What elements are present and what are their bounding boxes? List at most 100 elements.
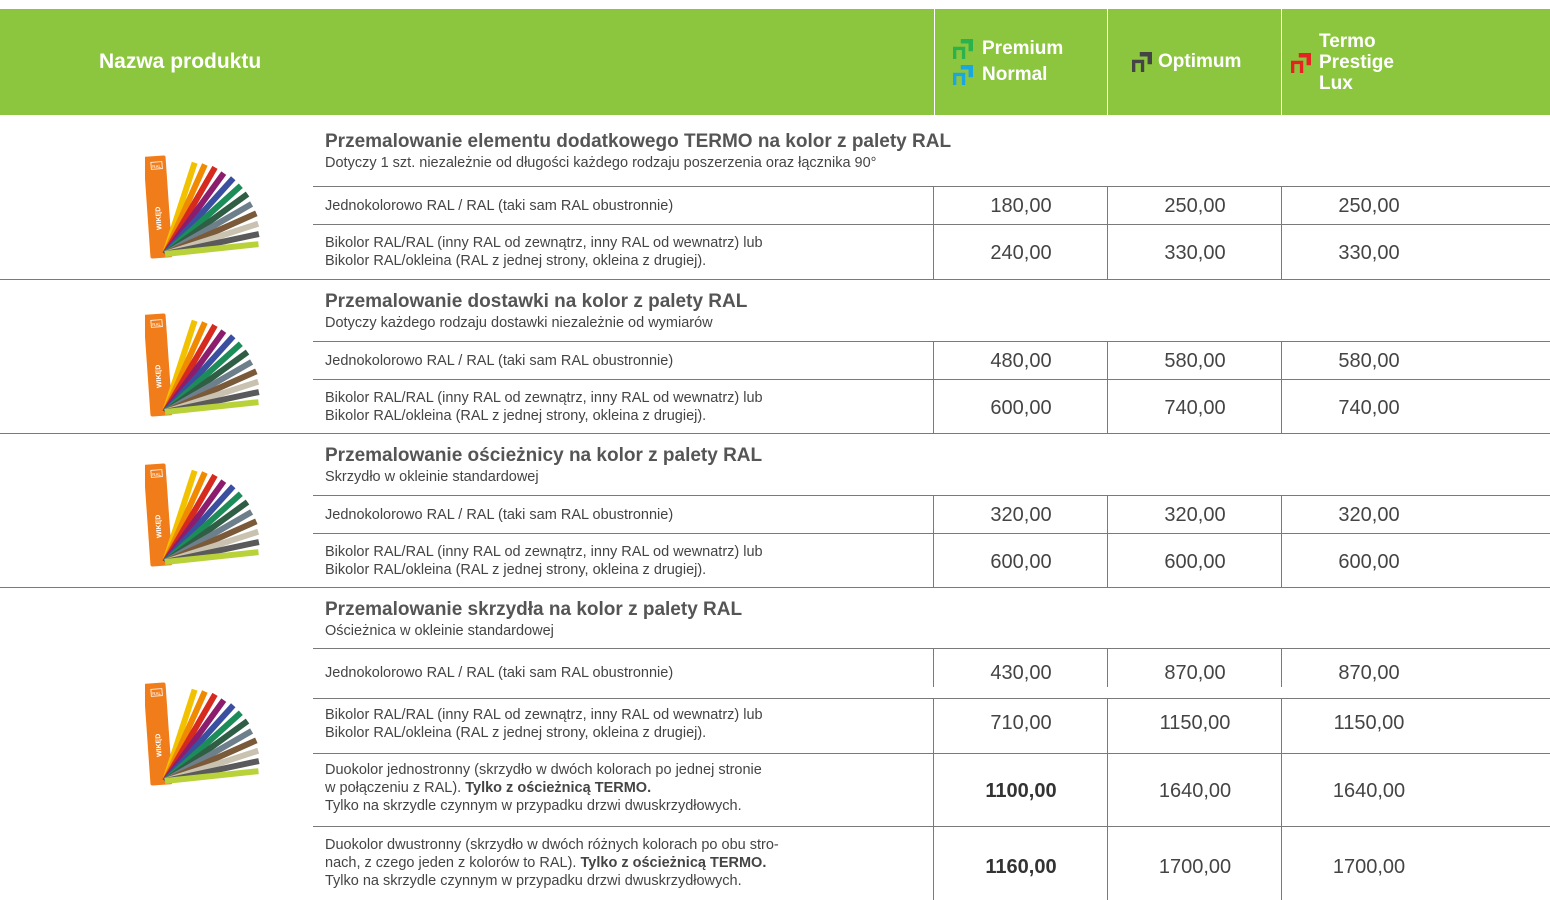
header-divider: [1107, 9, 1108, 115]
normal-label: Normal: [982, 64, 1048, 85]
ral-fan-image: [145, 310, 275, 418]
section-title: Przemalowanie ościeżnicy na kolor z pale…: [325, 445, 763, 466]
row-description: Bikolor RAL/RAL (inny RAL od zewnątrz, i…: [325, 543, 763, 579]
price-termo: 1640,00: [1332, 780, 1406, 802]
price-optimum: 250,00: [1164, 195, 1226, 217]
price-optimum: 1640,00: [1158, 780, 1232, 802]
ral-fan-image: [145, 152, 275, 260]
prestige-label: Prestige: [1319, 51, 1394, 73]
row-description: Jednokolorowo RAL / RAL (taki sam RAL ob…: [325, 665, 674, 681]
row-description: Bikolor RAL/RAL (inny RAL od zewnątrz, i…: [325, 234, 763, 270]
price-optimum: 1150,00: [1159, 712, 1231, 734]
price-premium: 480,00: [990, 350, 1052, 372]
row-description-line: Bikolor RAL/RAL (inny RAL od zewnątrz, i…: [325, 544, 763, 560]
premium-logo-icon: [953, 39, 973, 59]
price-termo: 740,00: [1338, 397, 1400, 419]
lux-label: Lux: [1319, 72, 1353, 94]
section-title: Przemalowanie skrzydła na kolor z palety…: [325, 599, 743, 620]
price-termo: 580,00: [1338, 350, 1400, 372]
row-description-line: Bikolor RAL/okleina (RAL z jednej strony…: [325, 562, 707, 578]
section-subtitle: Dotyczy 1 szt. niezależnie od długości k…: [325, 155, 877, 171]
section-subtitle: Dotyczy każdego rodzaju dostawki niezale…: [325, 315, 713, 331]
price-optimum: 320,00: [1164, 504, 1226, 526]
header-divider: [934, 9, 935, 115]
row-description: Bikolor RAL/RAL (inny RAL od zewnątrz, i…: [325, 389, 763, 425]
price-premium: 600,00: [990, 551, 1052, 573]
price-premium: 710,00: [990, 712, 1052, 734]
table-row: Duokolor jednostronny (skrzydło w dwóch …: [313, 753, 1550, 826]
table-row: Jednokolorowo RAL / RAL (taki sam RAL ob…: [313, 495, 1550, 533]
row-description-emphasis: Tylko z ościeżnicą TERMO.: [580, 855, 767, 871]
optimum-logo-icon: [1132, 52, 1152, 72]
table-row: Jednokolorowo RAL / RAL (taki sam RAL ob…: [313, 341, 1550, 379]
section-frame: Przemalowanie ościeżnicy na kolor z pale…: [0, 434, 1550, 588]
termo-logo-icon: [1291, 53, 1311, 73]
price-termo: 600,00: [1338, 551, 1400, 573]
row-description-line: Duokolor jednostronny (skrzydło w dwóch …: [325, 762, 762, 778]
row-description-line: nach, z czego jeden z kolorów to RAL). T…: [325, 854, 779, 872]
price-premium: 240,00: [990, 242, 1052, 264]
row-description-line: Bikolor RAL/RAL (inny RAL od zewnątrz, i…: [325, 235, 763, 251]
price-termo: 1700,00: [1332, 856, 1406, 878]
price-optimum: 330,00: [1164, 242, 1226, 264]
optimum-label: Optimum: [1158, 51, 1242, 72]
price-termo: 330,00: [1338, 242, 1400, 264]
ral-fan-image: [145, 460, 275, 568]
section-subtitle: Ościeżnica w okleinie standardowej: [325, 623, 554, 639]
row-description: Duokolor jednostronny (skrzydło w dwóch …: [325, 761, 762, 815]
row-description-text: nach, z czego jeden z kolorów to RAL).: [325, 855, 577, 871]
ral-fan-image: [145, 679, 275, 787]
row-description: Jednokolorowo RAL / RAL (taki sam RAL ob…: [325, 507, 674, 523]
termo-label: Termo: [1319, 30, 1376, 52]
price-termo: 870,00: [1338, 662, 1400, 684]
price-termo: 250,00: [1338, 195, 1400, 217]
table-header: Nazwa produktu Premium Normal Optimum Te…: [0, 9, 1550, 115]
section-title: Przemalowanie elementu dodatkowego TERMO…: [325, 131, 952, 152]
column-termo-prestige-lux: Termo Prestige Lux: [1291, 9, 1441, 115]
section-additional-element: Przemalowanie elementu dodatkowego TERMO…: [0, 115, 1550, 280]
table-row: Bikolor RAL/RAL (inny RAL od zewnątrz, i…: [313, 698, 1550, 753]
section-door-leaf: Przemalowanie skrzydła na kolor z palety…: [0, 588, 1550, 900]
row-description-line: Tylko na skrzydle czynnym w przypadku dr…: [325, 798, 742, 814]
row-description-line: Bikolor RAL/okleina (RAL z jednej strony…: [325, 253, 707, 269]
price-premium: 600,00: [990, 397, 1052, 419]
column-optimum: Optimum: [1132, 9, 1282, 115]
table-row: Bikolor RAL/RAL (inny RAL od zewnątrz, i…: [313, 533, 1550, 588]
column-premium-normal: Premium Normal: [953, 9, 1103, 115]
row-description-line: Duokolor dwustronny (skrzydło w dwóch ró…: [325, 837, 779, 853]
row-description: Duokolor dwustronny (skrzydło w dwóch ró…: [325, 836, 779, 890]
row-description-line: w połączeniu z RAL). Tylko z ościeżnicą …: [325, 779, 762, 797]
table-row: Bikolor RAL/RAL (inny RAL od zewnątrz, i…: [313, 379, 1550, 434]
price-premium: 180,00: [990, 195, 1052, 217]
table-row: Jednokolorowo RAL / RAL (taki sam RAL ob…: [313, 648, 1550, 687]
table-row: Jednokolorowo RAL / RAL (taki sam RAL ob…: [313, 186, 1550, 224]
section-subtitle: Skrzydło w okleinie standardowej: [325, 469, 539, 485]
price-optimum: 580,00: [1164, 350, 1226, 372]
row-description: Bikolor RAL/RAL (inny RAL od zewnątrz, i…: [325, 706, 763, 742]
row-description-line: Tylko na skrzydle czynnym w przypadku dr…: [325, 873, 742, 889]
price-optimum: 1700,00: [1158, 856, 1232, 878]
row-description-text: w połączeniu z RAL).: [325, 780, 462, 796]
row-description-line: Bikolor RAL/okleina (RAL z jednej strony…: [325, 725, 707, 741]
row-description-line: Bikolor RAL/okleina (RAL z jednej strony…: [325, 408, 707, 424]
table-row: Duokolor dwustronny (skrzydło w dwóch ró…: [313, 826, 1550, 900]
section-title: Przemalowanie dostawki na kolor z palety…: [325, 291, 748, 312]
price-premium: 1160,00: [985, 856, 1057, 878]
table-row: Bikolor RAL/RAL (inny RAL od zewnątrz, i…: [313, 224, 1550, 280]
price-optimum: 870,00: [1164, 662, 1226, 684]
row-description: Jednokolorowo RAL / RAL (taki sam RAL ob…: [325, 198, 674, 214]
price-termo: 1150,00: [1333, 712, 1405, 734]
price-premium: 320,00: [990, 504, 1052, 526]
row-description: Jednokolorowo RAL / RAL (taki sam RAL ob…: [325, 353, 674, 369]
price-optimum: 740,00: [1164, 397, 1226, 419]
product-name-header: Nazwa produktu: [99, 50, 262, 73]
row-description-emphasis: Tylko z ościeżnicą TERMO.: [465, 780, 652, 796]
price-termo: 320,00: [1338, 504, 1400, 526]
price-premium: 430,00: [990, 662, 1052, 684]
row-description-line: Bikolor RAL/RAL (inny RAL od zewnątrz, i…: [325, 390, 763, 406]
price-optimum: 600,00: [1164, 551, 1226, 573]
section-extension: Przemalowanie dostawki na kolor z palety…: [0, 280, 1550, 434]
price-premium: 1100,00: [985, 780, 1057, 802]
normal-logo-icon: [953, 65, 973, 85]
row-description-line: Bikolor RAL/RAL (inny RAL od zewnątrz, i…: [325, 707, 763, 723]
